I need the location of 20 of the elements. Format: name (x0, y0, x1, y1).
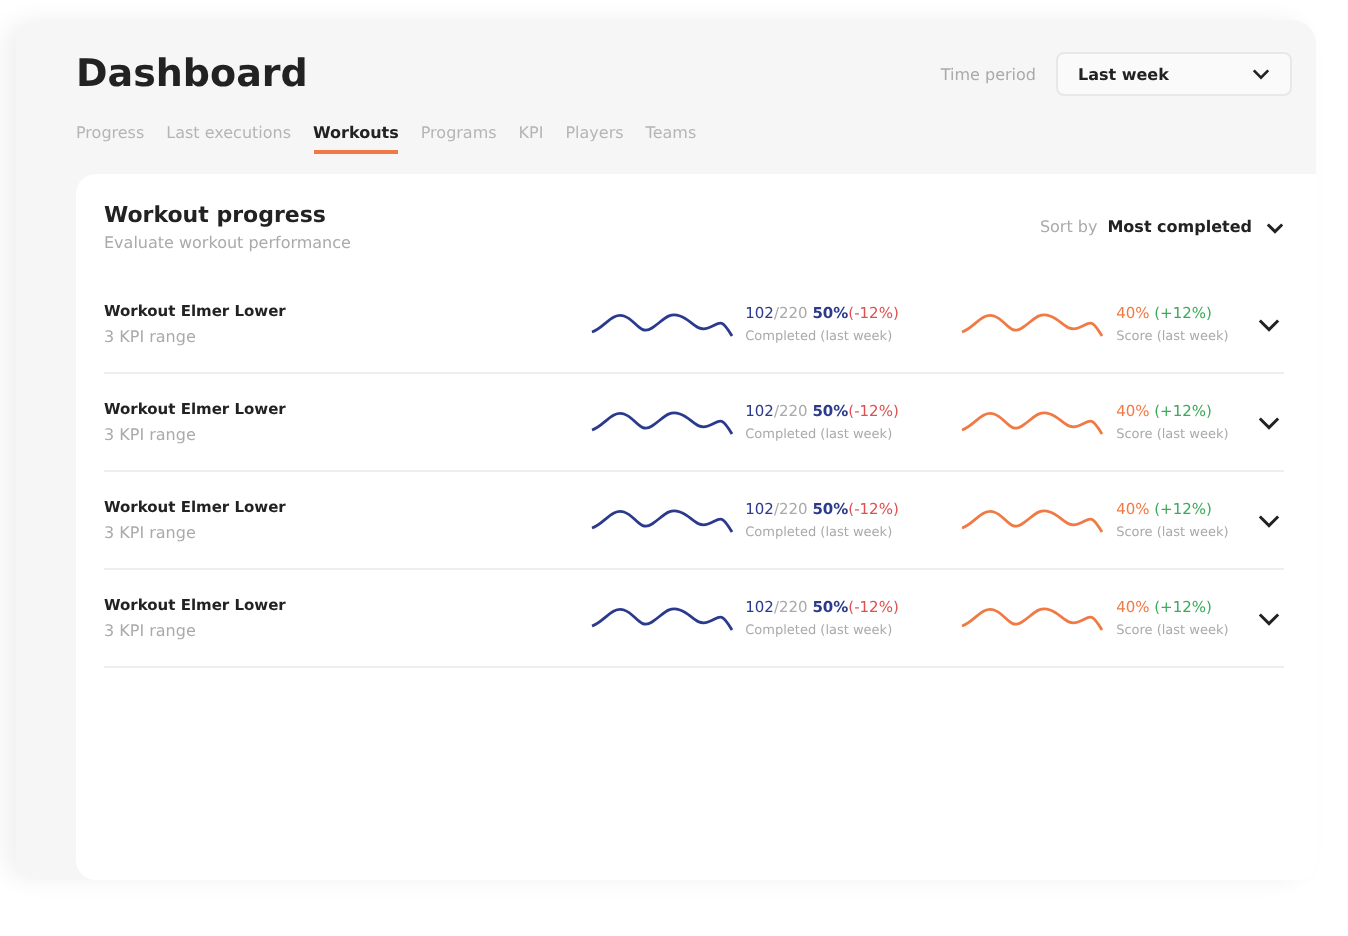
sort-dropdown[interactable]: Most completed (1107, 218, 1284, 236)
chevron-down-icon (1252, 68, 1270, 80)
chevron-down-icon (1266, 221, 1284, 233)
time-period-label: Time period (940, 65, 1036, 83)
time-period-dropdown[interactable]: Last week (1056, 52, 1292, 96)
tab[interactable]: Programs (420, 124, 497, 154)
tab[interactable]: Workouts (313, 124, 399, 154)
workout-detail: 3 KPI range (104, 426, 198, 444)
sort-label: Sort by (1039, 218, 1098, 236)
workout-detail: 3 KPI range (104, 328, 198, 346)
tab[interactable]: Progress (76, 124, 145, 154)
page-title: Dashboard (76, 52, 308, 96)
workout-detail: 3 KPI range (104, 524, 198, 542)
tab[interactable]: KPI (518, 124, 544, 154)
tab[interactable]: Last executions (166, 124, 291, 154)
tab[interactable]: Players (565, 124, 624, 154)
card-title: Workout progress (104, 202, 328, 228)
card-subtitle: Evaluate workout performance (104, 234, 351, 252)
workout-detail: 3 KPI range (104, 622, 198, 640)
tab[interactable]: Teams (645, 124, 697, 154)
